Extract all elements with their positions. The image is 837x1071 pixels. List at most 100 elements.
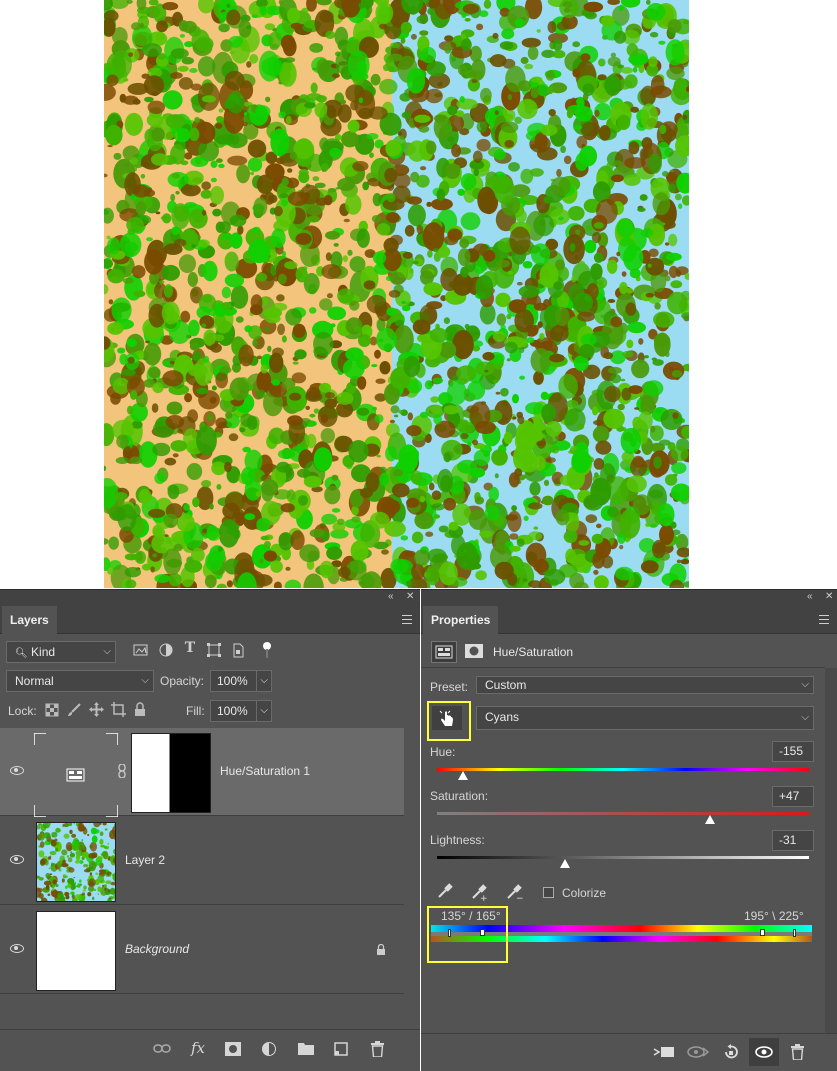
- layer-mask-thumbnail[interactable]: [131, 733, 211, 813]
- saturation-field[interactable]: +47: [772, 786, 814, 807]
- lock-pixels-brush-icon[interactable]: [67, 703, 81, 720]
- colorize-checkbox[interactable]: [543, 887, 554, 898]
- hue-field[interactable]: -155: [772, 741, 814, 762]
- add-mask-icon[interactable]: [225, 1042, 241, 1059]
- chevron-down-icon: ⌵: [103, 646, 111, 657]
- lightness-label: Lightness:: [430, 833, 485, 847]
- smart-object-filter-icon[interactable]: [230, 643, 246, 659]
- opacity-value: 100%: [217, 674, 248, 688]
- range-handle-right-inner[interactable]: [760, 929, 765, 936]
- adjustment-filter-icon[interactable]: [158, 643, 174, 659]
- divider: [421, 667, 825, 668]
- highlight-box-range: [427, 906, 508, 963]
- collapse-icon[interactable]: «: [807, 591, 813, 602]
- hue-slider-thumb[interactable]: [457, 771, 468, 780]
- preset-value: Custom: [485, 678, 527, 692]
- trash-icon[interactable]: [791, 1044, 804, 1063]
- collapse-icon[interactable]: «: [388, 591, 394, 602]
- svg-text:+: +: [480, 894, 488, 901]
- eyedropper-add-icon[interactable]: +: [471, 883, 489, 904]
- channel-value: Cyans: [485, 710, 520, 724]
- properties-scrollbar[interactable]: [825, 668, 837, 1033]
- lightness-slider-track[interactable]: [437, 856, 809, 859]
- layers-bottom-bar: fx: [0, 1029, 420, 1071]
- mask-link-chain-icon[interactable]: [118, 763, 126, 781]
- close-icon[interactable]: ✕: [825, 591, 833, 602]
- layer-row-hue-saturation[interactable]: Hue/Saturation 1: [0, 728, 404, 817]
- preset-dropdown[interactable]: Custom ⌵: [476, 676, 814, 694]
- blend-mode-dropdown[interactable]: Normal ⌵: [6, 670, 154, 692]
- range-handle-right-outer[interactable]: [793, 929, 796, 937]
- adjustment-thumbnail[interactable]: [34, 733, 118, 817]
- clip-to-layer-icon[interactable]: [653, 1045, 675, 1062]
- lightness-value: -31: [779, 833, 797, 847]
- panel-menu-icon[interactable]: [819, 615, 829, 624]
- toggle-visibility-icon[interactable]: [749, 1038, 779, 1066]
- fx-icon[interactable]: fx: [191, 1039, 205, 1057]
- saturation-slider-thumb[interactable]: [705, 815, 716, 824]
- layer-row-background[interactable]: Background: [0, 906, 404, 994]
- tab-properties[interactable]: Properties: [423, 606, 499, 634]
- new-layer-icon[interactable]: [334, 1042, 348, 1059]
- filter-kind-dropdown[interactable]: 🔍︎ Kind ⌵: [6, 641, 116, 663]
- opacity-label: Opacity:: [160, 674, 205, 688]
- saturation-label: Saturation:: [430, 789, 489, 803]
- eyedropper-subtract-icon[interactable]: −: [506, 883, 524, 904]
- layer-name[interactable]: Layer 2: [125, 853, 165, 867]
- layer-thumbnail[interactable]: [36, 822, 116, 902]
- layer-thumbnail[interactable]: [36, 911, 116, 991]
- layer-row-layer-2[interactable]: Layer 2: [0, 817, 404, 905]
- folder-icon[interactable]: [298, 1042, 314, 1058]
- type-filter-icon[interactable]: T: [182, 640, 198, 656]
- lock-transparent-icon[interactable]: [45, 703, 59, 720]
- highlight-box-hand: [427, 701, 471, 741]
- reset-icon[interactable]: [723, 1044, 739, 1063]
- eyedropper-icon[interactable]: [437, 883, 453, 902]
- panel-menu-icon[interactable]: [402, 615, 412, 624]
- panel-topbar: « ✕: [0, 590, 420, 606]
- visibility-eye-icon[interactable]: [10, 766, 24, 775]
- link-icon[interactable]: [153, 1043, 171, 1058]
- lightness-slider-thumb[interactable]: [560, 859, 571, 868]
- range-right-label: 195° \ 225°: [744, 909, 804, 923]
- fill-field[interactable]: 100% ⌵: [210, 700, 272, 722]
- foliage-texture: [104, 0, 689, 588]
- tab-layers[interactable]: Layers: [2, 606, 57, 634]
- saturation-slider-track[interactable]: [437, 812, 809, 815]
- filter-toggle-icon[interactable]: [262, 641, 272, 659]
- chevron-down-icon: ⌵: [801, 712, 809, 723]
- hue-label: Hue:: [430, 745, 456, 759]
- layer-name[interactable]: Background: [125, 942, 189, 956]
- opacity-field[interactable]: 100% ⌵: [210, 670, 272, 692]
- view-previous-icon[interactable]: [687, 1045, 710, 1062]
- lock-artboard-crop-icon[interactable]: [111, 702, 126, 720]
- mask-properties-icon[interactable]: [462, 641, 486, 663]
- lock-icon: [376, 943, 386, 959]
- trash-icon[interactable]: [371, 1041, 384, 1060]
- layer-name[interactable]: Hue/Saturation 1: [220, 764, 310, 778]
- pixel-filter-icon[interactable]: [133, 643, 149, 659]
- visibility-eye-icon[interactable]: [10, 855, 24, 864]
- search-icon: 🔍︎: [15, 648, 28, 659]
- chevron-down-icon: ⌵: [801, 679, 809, 690]
- chevron-down-icon[interactable]: ⌵: [256, 671, 268, 691]
- properties-tab-bar: Properties: [421, 606, 837, 634]
- adjustment-layer-icon[interactable]: [262, 1042, 277, 1060]
- svg-text:−: −: [516, 894, 524, 901]
- visibility-eye-icon[interactable]: [10, 944, 24, 953]
- document-canvas[interactable]: [104, 0, 689, 588]
- close-icon[interactable]: ✕: [406, 591, 414, 602]
- lock-all-icon[interactable]: [134, 702, 146, 720]
- channel-dropdown[interactable]: Cyans ⌵: [476, 706, 814, 730]
- blend-mode-value: Normal: [15, 674, 54, 688]
- adjustment-icon[interactable]: [431, 641, 457, 663]
- chevron-down-icon[interactable]: ⌵: [256, 701, 268, 721]
- lightness-field[interactable]: -31: [772, 830, 814, 851]
- adjustment-title: Hue/Saturation: [493, 645, 574, 659]
- shape-filter-icon[interactable]: [206, 643, 222, 659]
- saturation-value: +47: [779, 789, 800, 803]
- colorize-label: Colorize: [562, 886, 607, 900]
- preset-label: Preset:: [430, 680, 469, 694]
- lock-position-move-icon[interactable]: [89, 702, 104, 720]
- hue-slider-track[interactable]: [437, 768, 809, 771]
